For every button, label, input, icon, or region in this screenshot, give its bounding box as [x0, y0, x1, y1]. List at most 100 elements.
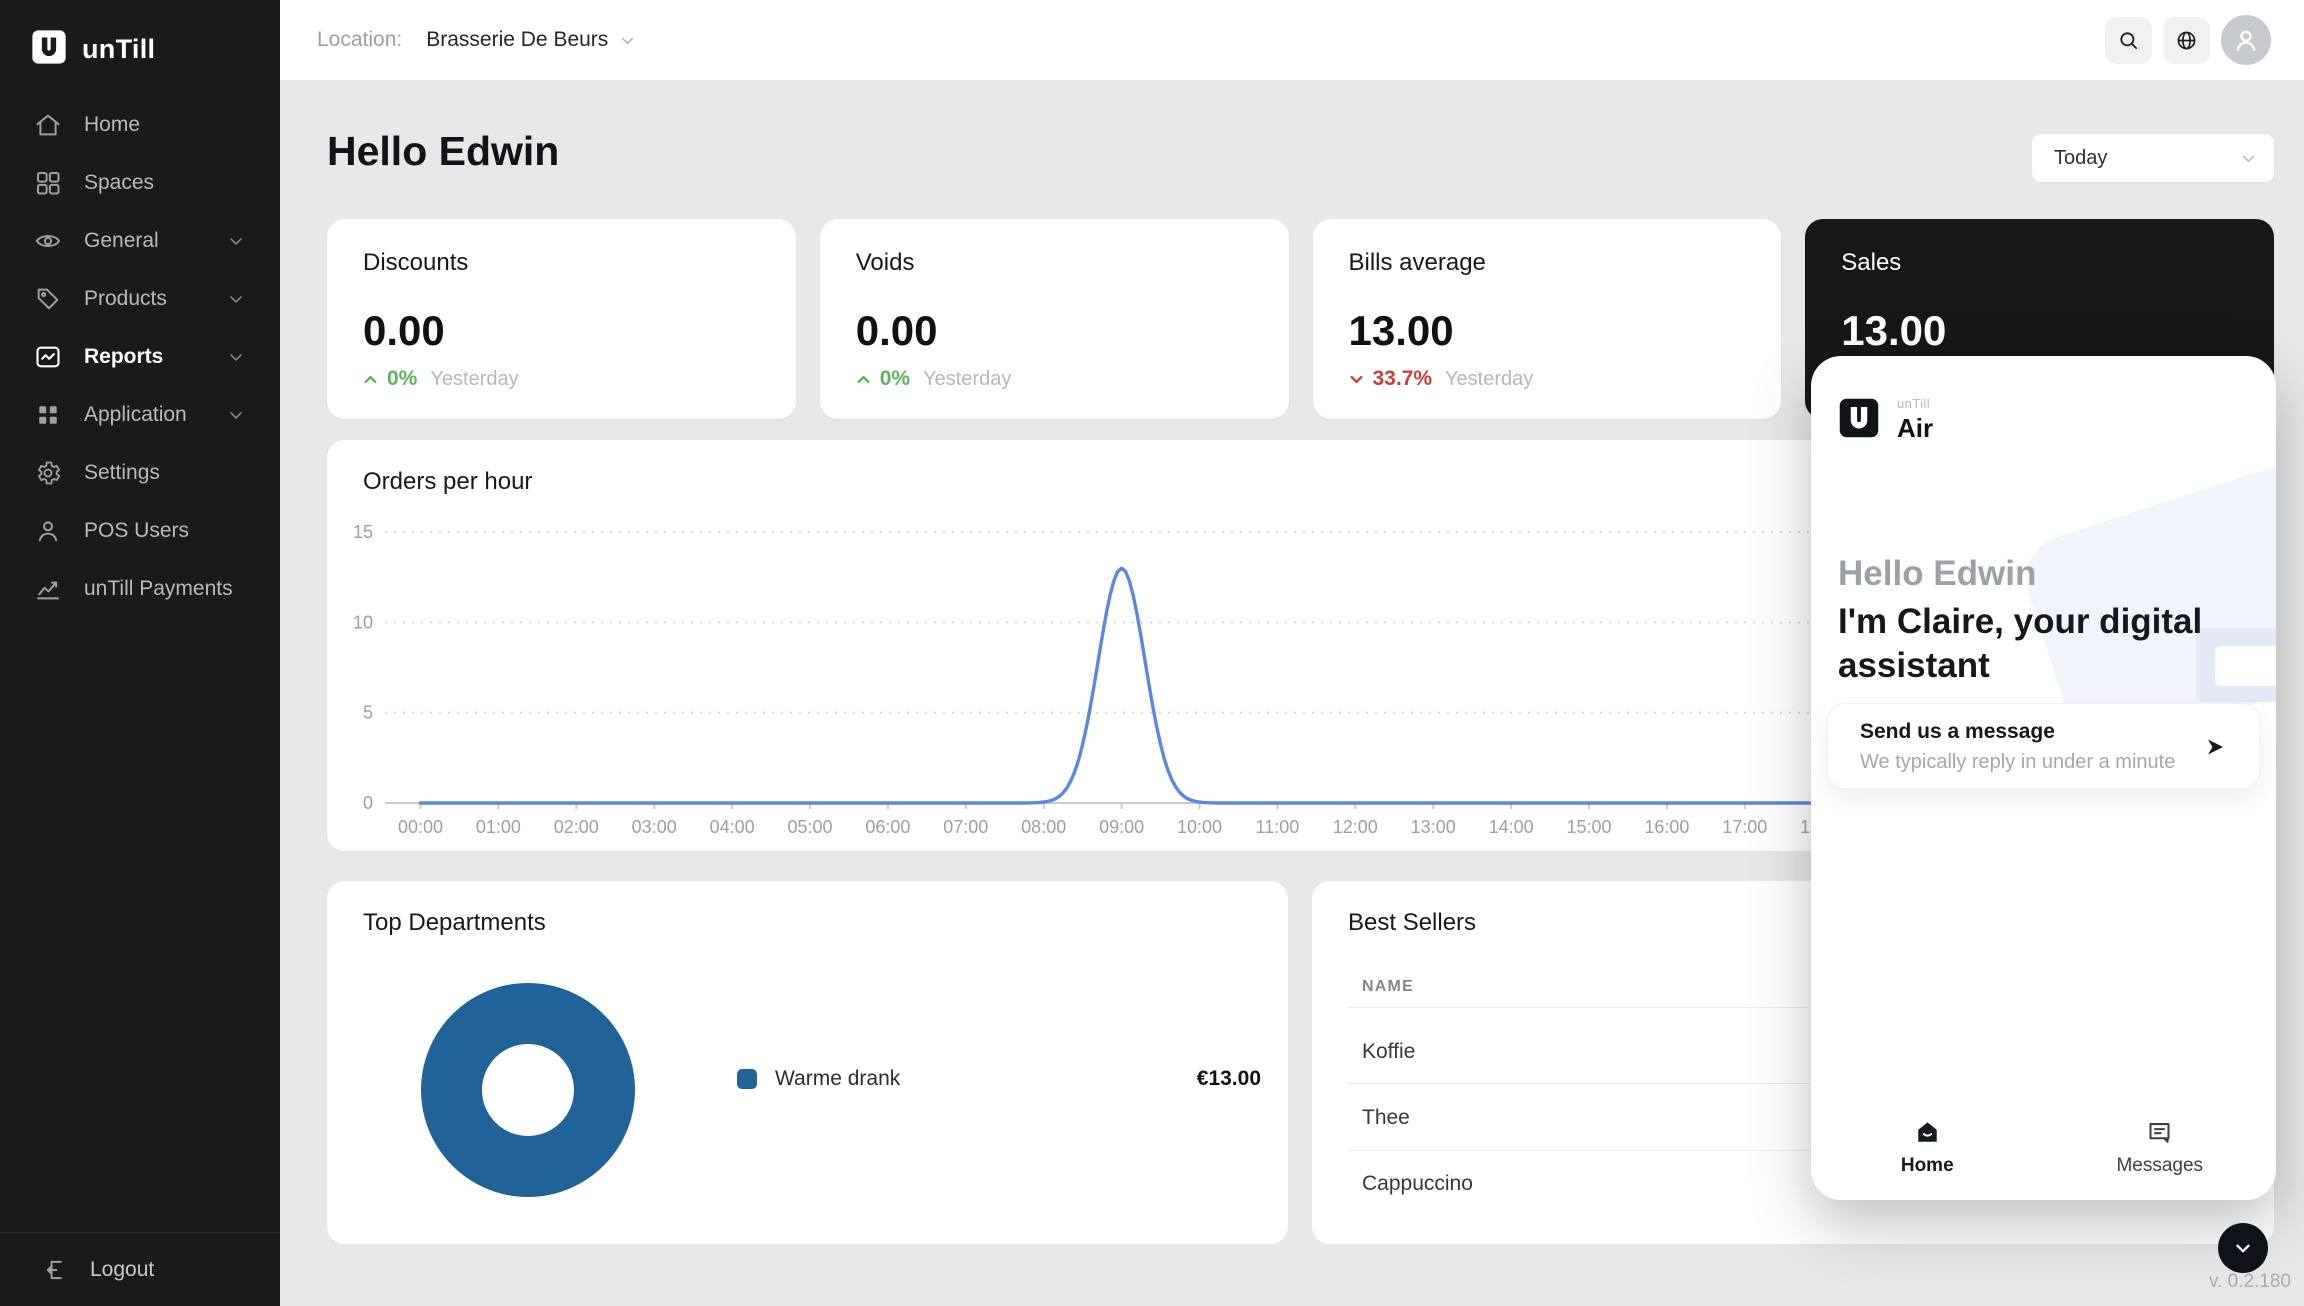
minimize-chat-button[interactable]	[2218, 1223, 2268, 1273]
chat-brand-big: Air	[1897, 413, 1934, 443]
untill-logo-icon	[30, 28, 68, 71]
chevron-down-icon	[230, 296, 242, 303]
payments-chart-icon	[37, 581, 59, 600]
stat-card-voids: Voids 0.00 0% Yesterday	[819, 219, 1289, 419]
sidebar-item-untill-payments[interactable]: unTill Payments	[0, 560, 280, 618]
sidebar-item-label: Products	[84, 287, 167, 310]
logout-icon	[46, 1260, 62, 1279]
stat-value: 13.00	[1348, 307, 1454, 354]
legend-swatch	[737, 1069, 757, 1089]
svg-text:09:00: 09:00	[1099, 817, 1144, 837]
top-departments-title: Top Departments	[363, 909, 546, 936]
location-value[interactable]: Brasserie De Beurs	[426, 28, 608, 52]
sidebar-item-label: General	[84, 229, 159, 252]
chevron-down-icon	[622, 37, 634, 44]
chevron-down-icon	[230, 354, 242, 361]
table-row[interactable]: Cappuccino	[1362, 1172, 1473, 1196]
stat-card-discounts: Discounts 0.00 0% Yesterday	[327, 219, 796, 419]
table-row[interactable]: Thee	[1362, 1106, 1410, 1130]
svg-text:13:00: 13:00	[1411, 817, 1456, 837]
topbar: Location: Brasserie De Beurs	[280, 0, 2304, 80]
svg-text:10:00: 10:00	[1177, 817, 1222, 837]
sidebar: unTill Home Spaces General Products Repo…	[0, 0, 280, 1306]
sidebar-item-general[interactable]: General	[0, 212, 280, 270]
sidebar-item-pos-users[interactable]: POS Users	[0, 502, 280, 560]
stat-label: Sales	[1841, 249, 1902, 276]
chat-hero: unTill Air Hello Edwin I'm Claire, your …	[1811, 356, 2276, 1200]
logout-label: Logout	[90, 1257, 155, 1281]
sidebar-item-reports[interactable]: Reports	[0, 328, 280, 386]
chat-nav-home[interactable]: Home	[1811, 1096, 2044, 1200]
svg-text:16:00: 16:00	[1644, 817, 1689, 837]
chat-brand: unTill Air	[1837, 396, 1933, 445]
svg-text:06:00: 06:00	[865, 817, 910, 837]
chat-brand-small: unTill	[1897, 396, 1930, 411]
app-version: v. 0.2.180	[2208, 1271, 2291, 1292]
chat-intro: I'm Claire, your digital assistant	[1838, 602, 2203, 686]
send-message-card[interactable]: Send us a message We typically reply in …	[1827, 703, 2260, 789]
svg-text:12:00: 12:00	[1333, 817, 1378, 837]
apps-grid-icon	[39, 406, 57, 424]
sidebar-item-products[interactable]: Products	[0, 270, 280, 328]
caret-up-icon	[857, 375, 870, 383]
stat-delta: 33.7% Yesterday	[1347, 367, 1533, 391]
sidebar-item-label: Reports	[84, 345, 164, 368]
sidebar-item-spaces[interactable]: Spaces	[0, 154, 280, 212]
stat-delta: 0% Yesterday	[361, 367, 519, 391]
sidebar-menu: Home Spaces General Products Reports App…	[0, 96, 280, 618]
sidebar-item-application[interactable]: Application	[0, 386, 280, 444]
brand-logo[interactable]: unTill	[30, 28, 155, 71]
svg-text:04:00: 04:00	[710, 817, 755, 837]
date-filter-select[interactable]: Today	[2032, 134, 2274, 182]
chat-nav-messages[interactable]: Messages	[2044, 1096, 2277, 1200]
brand-name: unTill	[82, 34, 156, 64]
chevron-down-icon	[2236, 1244, 2250, 1253]
cta-title: Send us a message	[1860, 720, 2055, 743]
arrow-right-icon	[2208, 739, 2223, 755]
legend-value: €13.00	[1196, 1067, 1261, 1090]
top-departments-card: Top Departments Warme drank €13.00	[327, 881, 1288, 1244]
language-button[interactable]	[2163, 16, 2210, 64]
search-button[interactable]	[2105, 16, 2152, 64]
chevron-down-icon	[2242, 155, 2255, 162]
stat-label: Discounts	[363, 249, 469, 276]
date-filter-value: Today	[2054, 146, 2108, 169]
globe-icon	[2177, 31, 2196, 49]
location-selector[interactable]: Location: Brasserie De Beurs	[317, 0, 637, 80]
svg-text:0: 0	[363, 793, 373, 813]
sidebar-item-label: Spaces	[84, 171, 155, 194]
chat-assistant-widget: unTill Air Hello Edwin I'm Claire, your …	[1811, 356, 2276, 1200]
spaces-icon	[36, 171, 60, 195]
dashboard-screen: unTill Home Spaces General Products Repo…	[0, 0, 2304, 1306]
svg-text:02:00: 02:00	[554, 817, 599, 837]
logout-button[interactable]: Logout	[0, 1232, 280, 1306]
user-avatar[interactable]	[2221, 15, 2271, 65]
report-chart-icon	[36, 346, 60, 368]
sidebar-item-settings[interactable]: Settings	[0, 444, 280, 502]
svg-text:07:00: 07:00	[943, 817, 988, 837]
chevron-down-icon	[230, 238, 242, 245]
sidebar-item-label: Home	[84, 113, 141, 136]
table-row[interactable]: Koffie	[1362, 1040, 1415, 1064]
stat-value: 13.00	[1841, 307, 1947, 354]
sidebar-item-home[interactable]: Home	[0, 96, 280, 154]
page-title: Hello Edwin	[327, 128, 560, 174]
stat-label: Bills average	[1348, 249, 1486, 276]
svg-text:15: 15	[353, 522, 373, 542]
location-label: Location:	[317, 28, 403, 51]
sidebar-item-label: Application	[84, 403, 187, 426]
column-header-name: NAME	[1362, 978, 1414, 995]
home-filled-icon	[1918, 1122, 1937, 1142]
stat-label: Voids	[855, 249, 915, 276]
topbar-actions	[2105, 15, 2271, 65]
messages-icon	[2149, 1123, 2170, 1143]
svg-text:15:00: 15:00	[1566, 817, 1611, 837]
svg-text:11:00: 11:00	[1256, 817, 1300, 837]
svg-text:03:00: 03:00	[632, 817, 677, 837]
search-icon	[2120, 31, 2138, 49]
chat-nav: Home Messages	[1811, 1096, 2276, 1200]
avatar-person-icon	[2236, 30, 2256, 51]
chat-greeting: Hello Edwin	[1838, 554, 2037, 593]
legend-item: Warme drank €13.00	[737, 1067, 1261, 1091]
svg-text:14:00: 14:00	[1489, 817, 1534, 837]
